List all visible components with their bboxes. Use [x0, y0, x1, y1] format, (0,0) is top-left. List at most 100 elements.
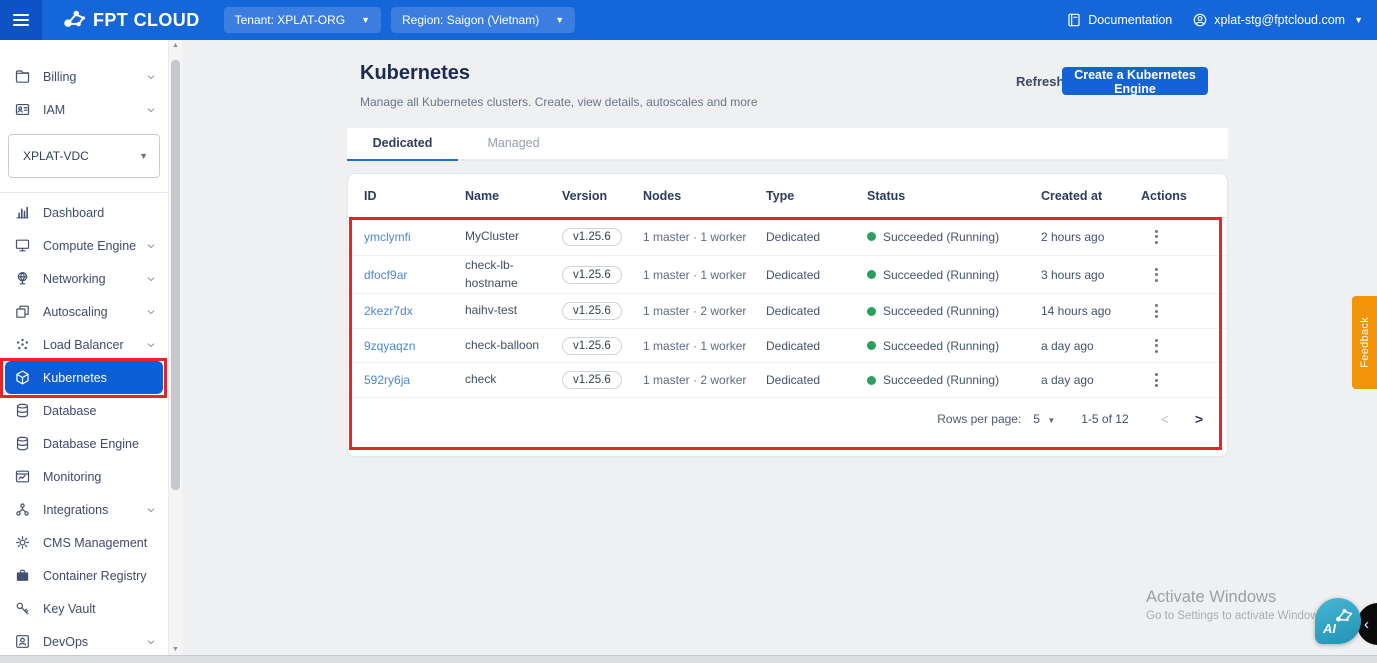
app-window: FPT CLOUD Tenant: XPLAT-ORG ▼ Region: Sa…: [0, 0, 1377, 663]
book-icon: [1066, 12, 1082, 28]
sidebar-item-label: Load Balancer: [43, 338, 146, 352]
version-badge: v1.25.6: [562, 371, 622, 389]
cluster-status: Succeeded (Running): [867, 304, 1041, 318]
cluster-name: MyCluster: [465, 228, 562, 245]
status-dot-icon: [867, 232, 876, 241]
sidebar-item-iam[interactable]: IAM: [0, 93, 168, 126]
chevron-down-icon: ▼: [1354, 15, 1363, 25]
status-dot-icon: [867, 341, 876, 350]
row-actions-kebab-button[interactable]: [1149, 369, 1164, 391]
cluster-status: Succeeded (Running): [867, 230, 1041, 244]
cluster-status: Succeeded (Running): [867, 373, 1041, 387]
sidebar-item-container-registry[interactable]: Container Registry: [0, 559, 168, 592]
cluster-id-link[interactable]: ymclymfi: [364, 230, 411, 244]
region-selector[interactable]: Region: Saigon (Vietnam) ▼: [391, 7, 575, 33]
version-badge: v1.25.6: [562, 302, 622, 320]
top-navbar: FPT CLOUD Tenant: XPLAT-ORG ▼ Region: Sa…: [0, 0, 1377, 40]
cluster-nodes: 1 master · 1 worker: [643, 268, 766, 282]
scrollbar-thumb[interactable]: [171, 60, 180, 490]
status-dot-icon: [867, 376, 876, 385]
ai-chat-bubble-button[interactable]: AI: [1315, 598, 1361, 644]
status-dot-icon: [867, 307, 876, 316]
cluster-id-link[interactable]: 592ry6ja: [364, 373, 410, 387]
sidebar-item-label: DevOps: [43, 635, 146, 649]
sidebar-item-key-vault[interactable]: Key Vault: [0, 592, 168, 625]
sidebar-item-database[interactable]: Database: [0, 394, 168, 427]
activate-windows-watermark: Activate Windows Go to Settings to activ…: [1146, 588, 1324, 622]
sidebar-item-compute-engine[interactable]: Compute Engine: [0, 229, 168, 262]
sidebar-item-devops[interactable]: DevOps: [0, 625, 168, 656]
table-row: 9zqyaqzncheck-balloonv1.25.61 master · 1…: [348, 329, 1227, 363]
cluster-type: Dedicated: [766, 268, 867, 282]
watermark-line2: Go to Settings to activate Windows: [1146, 610, 1324, 622]
sidebar-item-load-balancer[interactable]: Load Balancer: [0, 328, 168, 361]
pagination-range: 1-5 of 12: [1081, 412, 1128, 426]
column-header-created-at: Created at: [1041, 189, 1141, 203]
molecule-icon: [1333, 604, 1355, 626]
sidebar-item-autoscaling[interactable]: Autoscaling: [0, 295, 168, 328]
kubernetes-icon: [14, 369, 31, 386]
next-page-button[interactable]: >: [1195, 411, 1203, 427]
brand-logo[interactable]: FPT CLOUD: [62, 8, 200, 32]
cluster-id-link[interactable]: 9zqyaqzn: [364, 339, 415, 353]
cluster-id-link[interactable]: dfocf9ar: [364, 268, 407, 282]
sidebar-item-label: Database: [43, 404, 156, 418]
row-actions-kebab-button[interactable]: [1149, 300, 1164, 322]
chevron-down-icon: [146, 340, 156, 350]
sidebar-scrollbar[interactable]: ▲ ▼: [168, 40, 182, 656]
sidebar-account-group: Billing IAM: [0, 60, 168, 126]
vdc-selector[interactable]: XPLAT-VDC ▼: [8, 134, 160, 178]
autoscaling-icon: [14, 303, 31, 320]
documentation-link[interactable]: Documentation: [1066, 12, 1172, 28]
sidebar-item-kubernetes[interactable]: Kubernetes: [5, 361, 163, 394]
column-header-nodes: Nodes: [643, 189, 766, 203]
dashboard-icon: [14, 204, 31, 221]
version-badge: v1.25.6: [562, 337, 622, 355]
previous-page-button[interactable]: <: [1161, 411, 1169, 427]
cluster-id-link[interactable]: 2kezr7dx: [364, 304, 413, 318]
created-at: a day ago: [1041, 339, 1141, 353]
tenant-selector[interactable]: Tenant: XPLAT-ORG ▼: [224, 7, 381, 33]
sidebar-item-dashboard[interactable]: Dashboard: [0, 196, 168, 229]
sidebar-item-integrations[interactable]: Integrations: [0, 493, 168, 526]
cms-icon: [14, 534, 31, 551]
table-row: 592ry6jacheckv1.25.61 master · 2 workerD…: [348, 363, 1227, 398]
sidebar-divider: [0, 192, 168, 193]
chevron-left-icon: ‹: [1364, 616, 1369, 633]
column-header-version: Version: [562, 189, 643, 203]
status-text: Succeeded (Running): [883, 339, 999, 353]
chevron-down-icon: ▼: [555, 16, 564, 25]
sidebar-menu: Dashboard Compute EngineNetworkingAutosca…: [0, 196, 168, 656]
vdc-selector-value: XPLAT-VDC: [23, 149, 89, 163]
feedback-tab-button[interactable]: Feedback: [1352, 296, 1377, 389]
refresh-button[interactable]: Refresh: [1016, 74, 1064, 89]
row-actions-kebab-button[interactable]: [1149, 264, 1164, 286]
sidebar-item-cms-management[interactable]: CMS Management: [0, 526, 168, 559]
sidebar-item-label: Dashboard: [43, 206, 156, 220]
scroll-up-arrow-icon[interactable]: ▲: [169, 40, 182, 52]
iam-icon: [14, 101, 31, 118]
sidebar-item-database-engine[interactable]: Database Engine: [0, 427, 168, 460]
cluster-type: Dedicated: [766, 304, 867, 318]
column-header-name: Name: [465, 189, 562, 203]
row-actions-kebab-button[interactable]: [1149, 335, 1164, 357]
tab-dedicated[interactable]: Dedicated: [347, 128, 458, 161]
sidebar-item-label: IAM: [43, 103, 146, 117]
tab-managed[interactable]: Managed: [458, 128, 569, 159]
pagination-bar: Rows per page: 5 ▼ 1-5 of 12 < >: [348, 402, 1227, 436]
sidebar-item-billing[interactable]: Billing: [0, 60, 168, 93]
column-header-actions: Actions: [1141, 189, 1219, 203]
sidebar-item-monitoring[interactable]: Monitoring: [0, 460, 168, 493]
hamburger-menu-button[interactable]: [0, 0, 42, 40]
user-account-menu[interactable]: xplat-stg@fptcloud.com ▼: [1192, 12, 1363, 28]
chevron-down-icon: [146, 105, 156, 115]
chevron-down-icon: [146, 637, 156, 647]
rows-per-page-select[interactable]: 5 ▼: [1033, 412, 1055, 426]
row-actions-kebab-button[interactable]: [1149, 226, 1164, 248]
window-bottom-edge: [0, 655, 1377, 663]
sidebar-item-networking[interactable]: Networking: [0, 262, 168, 295]
create-kubernetes-engine-button[interactable]: Create a Kubernetes Engine: [1062, 67, 1208, 95]
version-badge: v1.25.6: [562, 266, 622, 284]
chevron-down-icon: [146, 274, 156, 284]
sidebar: Billing IAM XPLAT-VDC ▼ Dashboard Compute …: [0, 40, 168, 656]
